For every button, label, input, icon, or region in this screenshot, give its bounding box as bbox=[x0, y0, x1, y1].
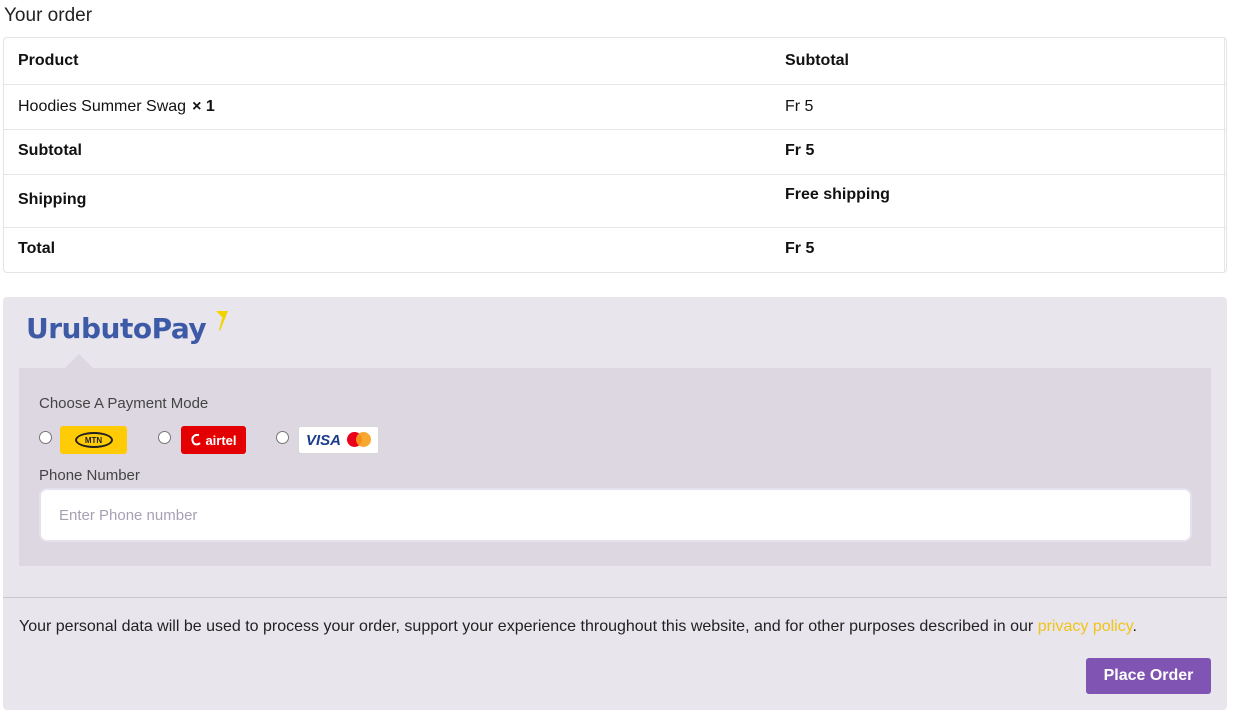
card-radio[interactable] bbox=[276, 431, 289, 444]
table-row: Hoodies Summer Swag × 1 Fr 5 bbox=[4, 84, 1226, 129]
product-quantity: × 1 bbox=[192, 98, 215, 115]
brand-tick-icon bbox=[216, 311, 228, 331]
panel-pointer bbox=[65, 354, 93, 368]
product-cell: Hoodies Summer Swag × 1 bbox=[18, 98, 215, 116]
total-label: Total bbox=[18, 240, 56, 257]
table-row: Shipping Free shipping bbox=[4, 174, 1226, 227]
mtn-radio[interactable] bbox=[39, 431, 52, 444]
brand-name: UrubutoPay bbox=[26, 312, 207, 345]
privacy-notice: Your personal data will be used to proce… bbox=[19, 618, 1137, 636]
section-divider bbox=[3, 597, 1227, 598]
subtotal-label: Subtotal bbox=[18, 142, 82, 159]
product-name: Hoodies Summer Swag bbox=[18, 98, 187, 115]
column-header-product: Product bbox=[18, 52, 79, 69]
column-header-subtotal: Subtotal bbox=[785, 52, 849, 69]
mastercard-icon bbox=[347, 432, 371, 448]
airtel-logo-icon[interactable]: airtel bbox=[181, 426, 246, 454]
privacy-end: . bbox=[1132, 618, 1137, 635]
product-price: Fr 5 bbox=[785, 98, 814, 115]
shipping-value: Free shipping bbox=[785, 186, 890, 203]
place-order-button[interactable]: Place Order bbox=[1086, 658, 1211, 694]
visa-label: VISA bbox=[305, 431, 341, 449]
payment-section: UrubutoPay Choose A Payment Mode MTN air… bbox=[3, 297, 1227, 710]
table-row: Subtotal Fr 5 bbox=[4, 129, 1226, 174]
mtn-label: MTN bbox=[74, 432, 113, 448]
privacy-text: Your personal data will be used to proce… bbox=[19, 618, 1038, 635]
phone-number-input[interactable] bbox=[39, 488, 1192, 542]
airtel-label: airtel bbox=[205, 432, 237, 448]
phone-number-label: Phone Number bbox=[39, 467, 140, 484]
urubutopay-logo: UrubutoPay bbox=[26, 311, 228, 352]
visa-mastercard-logo-icon[interactable]: VISA bbox=[298, 426, 379, 454]
subtotal-value: Fr 5 bbox=[785, 142, 815, 159]
airtel-swirl-icon bbox=[191, 433, 202, 446]
table-row: Total Fr 5 bbox=[4, 227, 1226, 272]
airtel-radio[interactable] bbox=[158, 431, 171, 444]
order-review-table: Product Subtotal Hoodies Summer Swag × 1 … bbox=[3, 37, 1227, 273]
total-value: Fr 5 bbox=[785, 240, 815, 257]
mtn-logo-icon[interactable]: MTN bbox=[60, 426, 127, 454]
payment-panel: Choose A Payment Mode MTN airtel VISA Ph… bbox=[19, 354, 1211, 566]
table-header-row: Product Subtotal bbox=[4, 38, 1226, 84]
privacy-policy-link[interactable]: privacy policy bbox=[1038, 618, 1133, 635]
order-heading: Your order bbox=[4, 5, 93, 26]
shipping-label: Shipping bbox=[18, 191, 87, 208]
payment-mode-label: Choose A Payment Mode bbox=[39, 395, 209, 412]
